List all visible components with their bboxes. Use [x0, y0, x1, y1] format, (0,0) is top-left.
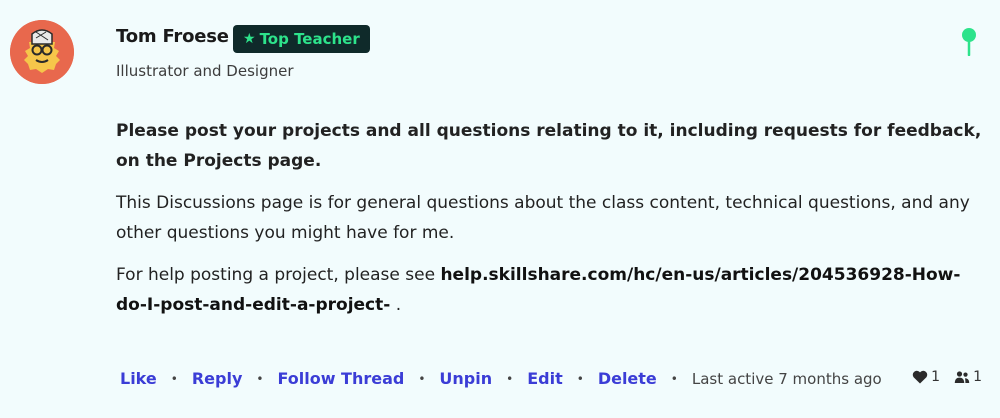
follow-thread-button[interactable]: Follow Thread [277, 369, 404, 388]
badge-label: Top Teacher [259, 30, 360, 48]
separator-dot: • [506, 371, 514, 386]
last-active-text: Last active 7 months ago [691, 369, 882, 388]
like-button[interactable]: Like [120, 369, 157, 388]
separator-dot: • [256, 371, 264, 386]
author-title: Illustrator and Designer [116, 62, 294, 80]
edit-button[interactable]: Edit [527, 369, 563, 388]
star-icon: ★ [243, 31, 256, 47]
post-help-paragraph: For help posting a project, please see h… [116, 260, 986, 320]
pin-icon[interactable] [960, 26, 978, 56]
follower-count-value: 1 [973, 369, 982, 385]
like-count[interactable]: 1 [912, 369, 940, 385]
separator-dot: • [576, 371, 584, 386]
post-stats: 1 1 [912, 369, 982, 385]
help-prefix: For help posting a project, please see [116, 265, 441, 285]
post-body: Please post your projects and all questi… [116, 116, 986, 332]
follower-count[interactable]: 1 [954, 369, 982, 385]
unpin-button[interactable]: Unpin [439, 369, 492, 388]
avatar-illustration-icon [10, 20, 74, 84]
top-teacher-badge: ★ Top Teacher [233, 25, 370, 53]
like-count-value: 1 [931, 369, 941, 385]
people-icon [954, 371, 970, 383]
separator-dot: • [418, 371, 426, 386]
author-name[interactable]: Tom Froese [116, 26, 229, 47]
help-suffix: . [390, 295, 402, 315]
separator-dot: • [670, 371, 678, 386]
separator-dot: • [170, 371, 178, 386]
heart-icon [912, 370, 928, 384]
avatar[interactable] [10, 20, 74, 84]
reply-button[interactable]: Reply [192, 369, 243, 388]
post-paragraph: This Discussions page is for general que… [116, 193, 970, 243]
post-bold-paragraph: Please post your projects and all questi… [116, 121, 982, 171]
discussion-post: Tom Froese ★ Top Teacher Illustrator and… [0, 0, 1000, 418]
post-actions: Like • Reply • Follow Thread • Unpin • E… [120, 369, 882, 388]
delete-button[interactable]: Delete [598, 369, 657, 388]
